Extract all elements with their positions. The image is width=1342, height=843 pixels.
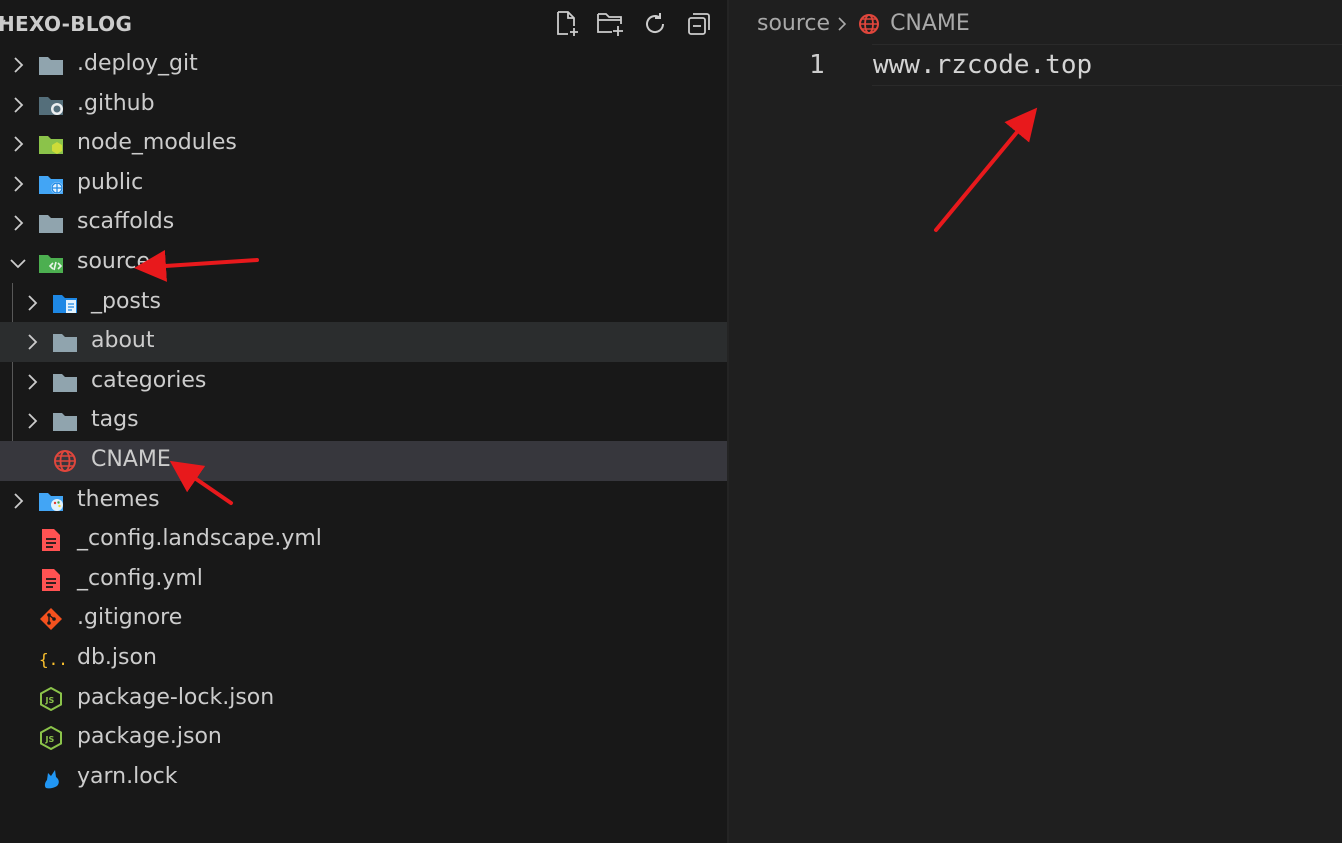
folder-posts-icon	[52, 291, 78, 315]
chevron-right-icon[interactable]	[9, 175, 27, 193]
explorer-panel: HEXO-BLOG .deploy_git .github node_modul…	[0, 0, 727, 843]
new-file-icon[interactable]	[551, 8, 583, 40]
folder-themes-icon	[38, 489, 64, 513]
tree-file-row[interactable]: JS package-lock.json	[0, 679, 727, 719]
tree-folder-row[interactable]: categories	[0, 362, 727, 402]
tree-folder-row[interactable]: node_modules	[0, 124, 727, 164]
chevron-right-icon[interactable]	[23, 373, 41, 391]
nodejs-icon: JS	[38, 686, 64, 711]
chevron-down-icon[interactable]	[9, 254, 27, 272]
folder-icon	[52, 330, 78, 354]
new-folder-icon[interactable]	[595, 8, 627, 40]
globe-icon	[859, 13, 880, 34]
tree-item-label: scaffolds	[77, 209, 175, 235]
code-line[interactable]: www.rzcode.top	[873, 50, 1092, 80]
tree-folder-row[interactable]: tags	[0, 401, 727, 441]
tree-item-label: _posts	[91, 288, 161, 314]
chevron-down-icon[interactable]	[0, 18, 6, 28]
tree-file-row[interactable]: JS package.json	[0, 718, 727, 758]
chevron-right-icon[interactable]	[23, 333, 41, 351]
folder-icon	[38, 53, 64, 77]
explorer-actions	[551, 8, 715, 40]
chevron-right-icon[interactable]	[9, 135, 27, 153]
tree-folder-row[interactable]: source	[0, 243, 727, 283]
tree-item-label: .deploy_git	[77, 51, 198, 76]
tree-folder-row[interactable]: public	[0, 164, 727, 204]
nodejs-icon: JS	[38, 725, 64, 751]
chevron-right-icon[interactable]	[9, 492, 27, 510]
git-icon	[38, 607, 64, 631]
tree-folder-row[interactable]: _posts	[0, 283, 727, 323]
explorer-header: HEXO-BLOG	[0, 0, 727, 46]
tree-file-row[interactable]: .gitignore	[0, 599, 727, 639]
tree-item-label: about	[91, 328, 155, 354]
breadcrumb-item-source[interactable]: source	[757, 11, 830, 36]
tree-item-label: tags	[91, 407, 139, 433]
tree-item-label: node_modules	[77, 130, 237, 156]
folder-icon	[38, 211, 64, 235]
tree-item-label: yarn.lock	[77, 763, 178, 789]
yaml-file-icon	[38, 568, 64, 592]
chevron-right-icon[interactable]	[9, 96, 27, 114]
chevron-right-icon[interactable]	[9, 56, 27, 74]
tree-item-label: _config.landscape.yml	[77, 526, 322, 552]
breadcrumb-item-cname[interactable]: CNAME	[890, 11, 970, 36]
folder-node-icon	[38, 132, 64, 156]
editor-panel: source CNAME 1 www.rzcode.top	[729, 0, 1342, 843]
tree-item-label: .github	[77, 90, 155, 116]
tree-folder-row[interactable]: .deploy_git	[0, 45, 727, 85]
tree-item-label: CNAME	[91, 446, 171, 472]
folder-icon	[52, 409, 78, 433]
folder-source-icon	[38, 251, 64, 275]
tree-item-label: themes	[77, 486, 160, 512]
tree-item-label: db.json	[77, 644, 157, 670]
tree-item-label: package-lock.json	[77, 684, 275, 710]
tree-folder-row[interactable]: scaffolds	[0, 203, 727, 243]
svg-text:JS: JS	[45, 735, 55, 744]
tree-item-label: package.json	[77, 724, 222, 750]
tree-item-label: .gitignore	[77, 605, 183, 631]
tree-folder-row[interactable]: themes	[0, 481, 727, 521]
svg-text:JS: JS	[45, 696, 55, 705]
tree-file-row[interactable]: _config.yml	[0, 560, 727, 600]
yarn-icon	[38, 766, 64, 790]
tree-item-label: categories	[91, 367, 207, 393]
svg-text:{..}: {..}	[39, 650, 64, 669]
line-number: 1	[809, 50, 825, 80]
tree-file-row[interactable]: yarn.lock	[0, 758, 727, 798]
refresh-icon[interactable]	[639, 8, 671, 40]
folder-icon	[52, 370, 78, 394]
tree-file-row[interactable]: CNAME	[0, 440, 727, 481]
collapse-all-icon[interactable]	[683, 8, 715, 40]
breadcrumb: source CNAME	[757, 11, 970, 36]
tree-item-label: source	[77, 248, 151, 274]
folder-github-icon	[38, 93, 64, 117]
folder-public-icon	[38, 172, 64, 196]
tree-item-label: _config.yml	[77, 565, 203, 591]
tree-file-row[interactable]: {..} db.json	[0, 639, 727, 679]
tree-item-label: public	[77, 169, 144, 195]
file-tree: .deploy_git .github node_modulespublic scaf…	[0, 45, 727, 797]
chevron-right-icon[interactable]	[9, 214, 27, 232]
globe-icon	[52, 449, 78, 473]
chevron-right-icon[interactable]	[23, 412, 41, 430]
explorer-title: HEXO-BLOG	[0, 12, 133, 36]
tree-folder-row[interactable]: .github	[0, 85, 727, 125]
tree-folder-row[interactable]: about	[0, 322, 727, 362]
chevron-right-icon	[838, 16, 847, 31]
yaml-file-icon	[38, 528, 64, 552]
tree-file-row[interactable]: _config.landscape.yml	[0, 520, 727, 560]
chevron-right-icon[interactable]	[23, 294, 41, 312]
json-icon: {..}	[38, 647, 78, 671]
